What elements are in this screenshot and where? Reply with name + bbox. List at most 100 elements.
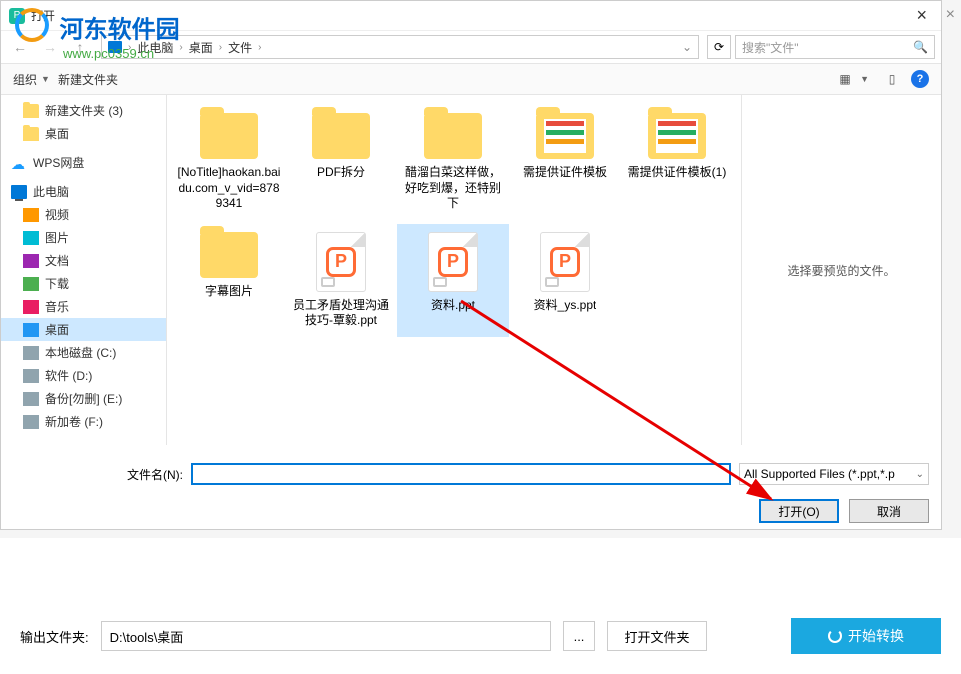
sidebar-item[interactable]: 软件 (D:) [1,364,166,387]
sidebar-item[interactable]: 备份[勿删] (E:) [1,387,166,410]
file-item[interactable]: 醋溜白菜这样做，好吃到爆，还特别下 [397,105,509,220]
sidebar-item[interactable]: 新加卷 (F:) [1,410,166,433]
preview-empty-text: 选择要预览的文件。 [787,262,895,279]
folder-icon [200,232,258,278]
sidebar: 新建文件夹 (3)桌面☁WPS网盘此电脑视频图片文档下载音乐桌面本地磁盘 (C:… [1,95,167,445]
sidebar-item-label: 备份[勿删] (E:) [45,390,122,407]
sidebar-item[interactable]: 本地磁盘 (C:) [1,341,166,364]
file-item[interactable]: P 员工矛盾处理沟通技巧-覃毅.ppt [285,224,397,337]
sidebar-item-label: 新建文件夹 (3) [45,102,123,119]
sidebar-item[interactable]: 文档 [1,249,166,272]
sidebar-item[interactable]: 音乐 [1,295,166,318]
file-item[interactable]: 字幕图片 [173,224,285,337]
help-button[interactable]: ? [911,70,929,88]
sidebar-item-label: 本地磁盘 (C:) [45,344,116,361]
outer-close-icon[interactable]: × [946,6,955,24]
sidebar-item-label: WPS网盘 [33,154,84,171]
file-item[interactable]: 需提供证件模板 [509,105,621,220]
output-label: 输出文件夹: [20,627,89,646]
sidebar-item-label: 文档 [45,252,69,269]
file-label: [NoTitle]haokan.baidu.com_v_vid=8789341 [177,165,281,212]
sidebar-item[interactable]: ☁WPS网盘 [1,151,166,174]
sidebar-item[interactable]: 此电脑 [1,180,166,203]
folder-icon [200,113,258,159]
sidebar-item[interactable]: 视频 [1,203,166,226]
output-path-input[interactable] [101,621,551,651]
file-item[interactable]: P 资料_ys.ppt [509,224,621,337]
crumb-files[interactable]: 文件 [228,39,252,56]
breadcrumb[interactable]: › 此电脑 › 桌面 › 文件 › ⌄ [101,35,699,59]
folder-icon [23,104,39,118]
filetype-text: All Supported Files (*.ppt,*.p [744,467,895,481]
dropdown-icon[interactable]: ▼ [41,74,50,84]
new-folder-button[interactable]: 新建文件夹 [58,71,118,88]
back-button[interactable]: ← [7,34,33,60]
file-label: 需提供证件模板 [523,165,607,181]
file-item[interactable]: [NoTitle]haokan.baidu.com_v_vid=8789341 [173,105,285,220]
file-label: 资料_ys.ppt [534,298,597,314]
dropdown-icon[interactable]: ▼ [860,74,869,84]
refresh-button[interactable]: ⟳ [707,35,731,59]
cancel-button[interactable]: 取消 [849,499,929,523]
file-label: 字幕图片 [205,284,253,300]
file-label: 醋溜白菜这样做，好吃到爆，还特别下 [401,165,505,212]
up-button[interactable]: ↑ [67,34,93,60]
file-item[interactable]: P资料.ppt [397,224,509,337]
sidebar-item[interactable]: 桌面 [1,122,166,145]
refresh-icon [828,629,842,643]
crumb-desktop[interactable]: 桌面 [189,39,213,56]
sidebar-item[interactable]: 下载 [1,272,166,295]
file-label: 员工矛盾处理沟通技巧-覃毅.ppt [289,298,393,329]
app-icon: P [9,8,25,24]
chevron-icon: › [258,42,261,53]
drive-icon [23,415,39,429]
chevron-icon: › [219,42,222,53]
organize-button[interactable]: 组织 [13,71,37,88]
search-input[interactable]: 搜索"文件" 🔍 [735,35,935,59]
breadcrumb-dropdown-icon[interactable]: ⌄ [682,40,692,54]
sidebar-item-label: 软件 (D:) [45,367,92,384]
search-icon[interactable]: 🔍 [913,40,928,54]
open-folder-button[interactable]: 打开文件夹 [607,621,707,651]
ppt-file-icon: P [316,232,366,292]
file-item[interactable]: PDF拆分 [285,105,397,220]
sidebar-item-label: 音乐 [45,298,69,315]
doc-icon [23,254,39,268]
titlebar: P 打开 × [1,1,941,31]
nav-row: ← → ↑ › 此电脑 › 桌面 › 文件 › ⌄ ⟳ 搜索"文件" 🔍 [1,31,941,63]
sidebar-item-label: 桌面 [45,321,69,338]
sidebar-item[interactable]: 桌面 [1,318,166,341]
folder-icon [23,127,39,141]
down-icon [23,277,39,291]
ppt-file-icon: P [540,232,590,292]
sidebar-item-label: 视频 [45,206,69,223]
sidebar-item-label: 此电脑 [33,183,69,200]
file-item[interactable]: 需提供证件模板(1) [621,105,733,220]
sidebar-item-label: 图片 [45,229,69,246]
sidebar-item[interactable]: 图片 [1,226,166,249]
drive-icon [23,369,39,383]
crumb-pc[interactable]: 此电脑 [137,39,173,56]
desktop-icon [23,323,39,337]
close-button[interactable]: × [910,5,933,26]
folder-icon [536,113,594,159]
view-mode-button[interactable]: ▦ [834,68,856,90]
filename-input[interactable] [191,463,731,485]
filename-label: 文件名(N): [13,466,183,483]
chevron-icon: › [179,42,182,53]
preview-pane: 选择要预览的文件。 [741,95,941,445]
sidebar-item-label: 新加卷 (F:) [45,413,103,430]
folder-icon [648,113,706,159]
start-convert-button[interactable]: 开始转换 [791,618,941,654]
drive-icon [23,346,39,360]
filetype-select[interactable]: All Supported Files (*.ppt,*.p ⌄ [739,463,929,485]
sidebar-item-label: 下载 [45,275,69,292]
drive-icon [23,392,39,406]
open-button[interactable]: 打开(O) [759,499,839,523]
video-icon [23,208,39,222]
music-icon [23,300,39,314]
forward-button: → [37,34,63,60]
sidebar-item[interactable]: 新建文件夹 (3) [1,99,166,122]
browse-button[interactable]: ... [563,621,595,651]
preview-toggle-button[interactable]: ▯ [881,68,903,90]
